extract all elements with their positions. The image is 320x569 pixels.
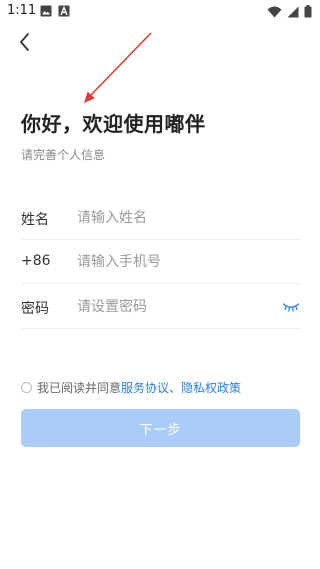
password-label: 密码: [21, 301, 49, 317]
battery-icon: [304, 5, 312, 18]
password-row: 密码: [21, 285, 300, 329]
agreement-prefix: 我已阅读并同意: [37, 380, 122, 395]
status-time: 1:11: [7, 3, 37, 18]
eye-closed-icon: [282, 303, 300, 312]
back-button[interactable]: [14, 30, 38, 54]
name-input[interactable]: [77, 208, 277, 228]
agreement: 我已阅读并同意 服务协议 、 隐私权政策: [21, 379, 241, 395]
font-icon: [58, 5, 70, 17]
phone-row: +86: [21, 240, 300, 284]
agree-checkbox[interactable]: [21, 381, 32, 393]
page-subtitle: 请完善个人信息: [21, 148, 106, 162]
status-left-icons: [40, 5, 70, 17]
next-button[interactable]: 下一步: [21, 409, 300, 447]
privacy-policy-link[interactable]: 隐私权政策: [181, 379, 241, 396]
phone-input[interactable]: [77, 252, 277, 272]
status-bar: 1:11: [0, 0, 320, 24]
terms-of-service-link[interactable]: 服务协议: [121, 379, 169, 396]
password-input[interactable]: [77, 297, 277, 317]
status-right-icons: [267, 5, 312, 18]
wifi-icon: [267, 6, 282, 17]
password-visibility-toggle[interactable]: [282, 299, 300, 313]
image-icon: [40, 5, 52, 17]
name-row: 姓名: [21, 196, 300, 240]
agreement-separator: 、: [169, 380, 182, 395]
chevron-left-icon: [20, 33, 29, 51]
name-label: 姓名: [21, 212, 49, 228]
page-title: 你好，欢迎使用嘟伴: [21, 112, 206, 136]
country-code-label: +86: [21, 253, 51, 269]
cellular-signal-icon: [287, 6, 299, 17]
